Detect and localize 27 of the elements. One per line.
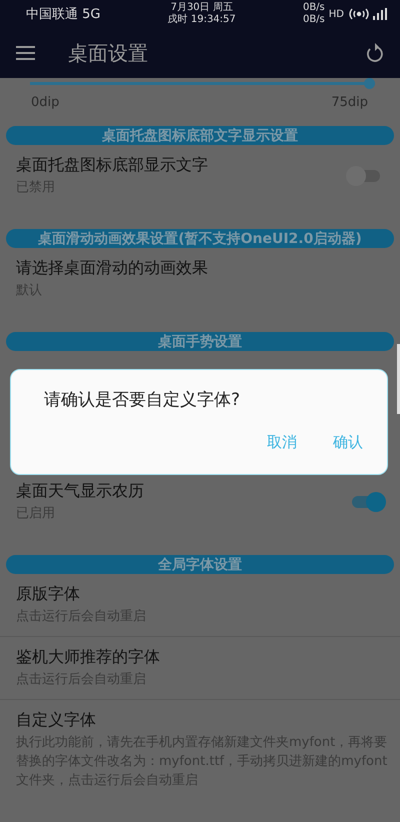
slider-thumb[interactable] (364, 78, 375, 89)
date-text: 7月30日 周五 (170, 2, 233, 14)
section-header: 桌面滑动动画效果设置(暂不支持OneUI2.0启动器) (6, 229, 394, 248)
menu-icon[interactable] (16, 45, 36, 61)
dialog-button[interactable]: 取消 (267, 433, 297, 452)
hd-label: HD (328, 8, 344, 20)
setting-title: 鉴机大师推荐的字体 (16, 647, 161, 668)
setting-title: 桌面托盘图标底部显示文字 (16, 155, 209, 176)
section-header: 桌面托盘图标底部文字显示设置 (6, 126, 394, 145)
dialog-button[interactable]: 确认 (333, 433, 363, 452)
scrollbar (397, 344, 400, 414)
section-header: 全局字体设置 (6, 555, 394, 574)
carrier-text: 中国联通 5G (26, 6, 100, 23)
time-text: 戌时 19:34:57 (168, 14, 236, 26)
network-speed: 0B/s (302, 2, 325, 14)
setting-title: 请选择桌面滑动的动画效果 (16, 258, 209, 279)
setting-title: 桌面天气显示农历 (16, 481, 145, 502)
slider-min-label: 0dip (31, 95, 60, 110)
setting-title: 原版字体 (16, 584, 81, 605)
slider-max-label: 75dip (331, 95, 368, 110)
signal-icon (348, 7, 388, 21)
setting-title: 自定义字体 (16, 710, 97, 731)
refresh-icon[interactable] (366, 43, 384, 63)
page-title: 桌面设置 (68, 40, 149, 66)
section-header: 桌面手势设置 (6, 332, 394, 351)
dialog-message: 请确认是否要自定义字体? (44, 389, 242, 411)
network-speed: 0B/s (302, 14, 325, 26)
